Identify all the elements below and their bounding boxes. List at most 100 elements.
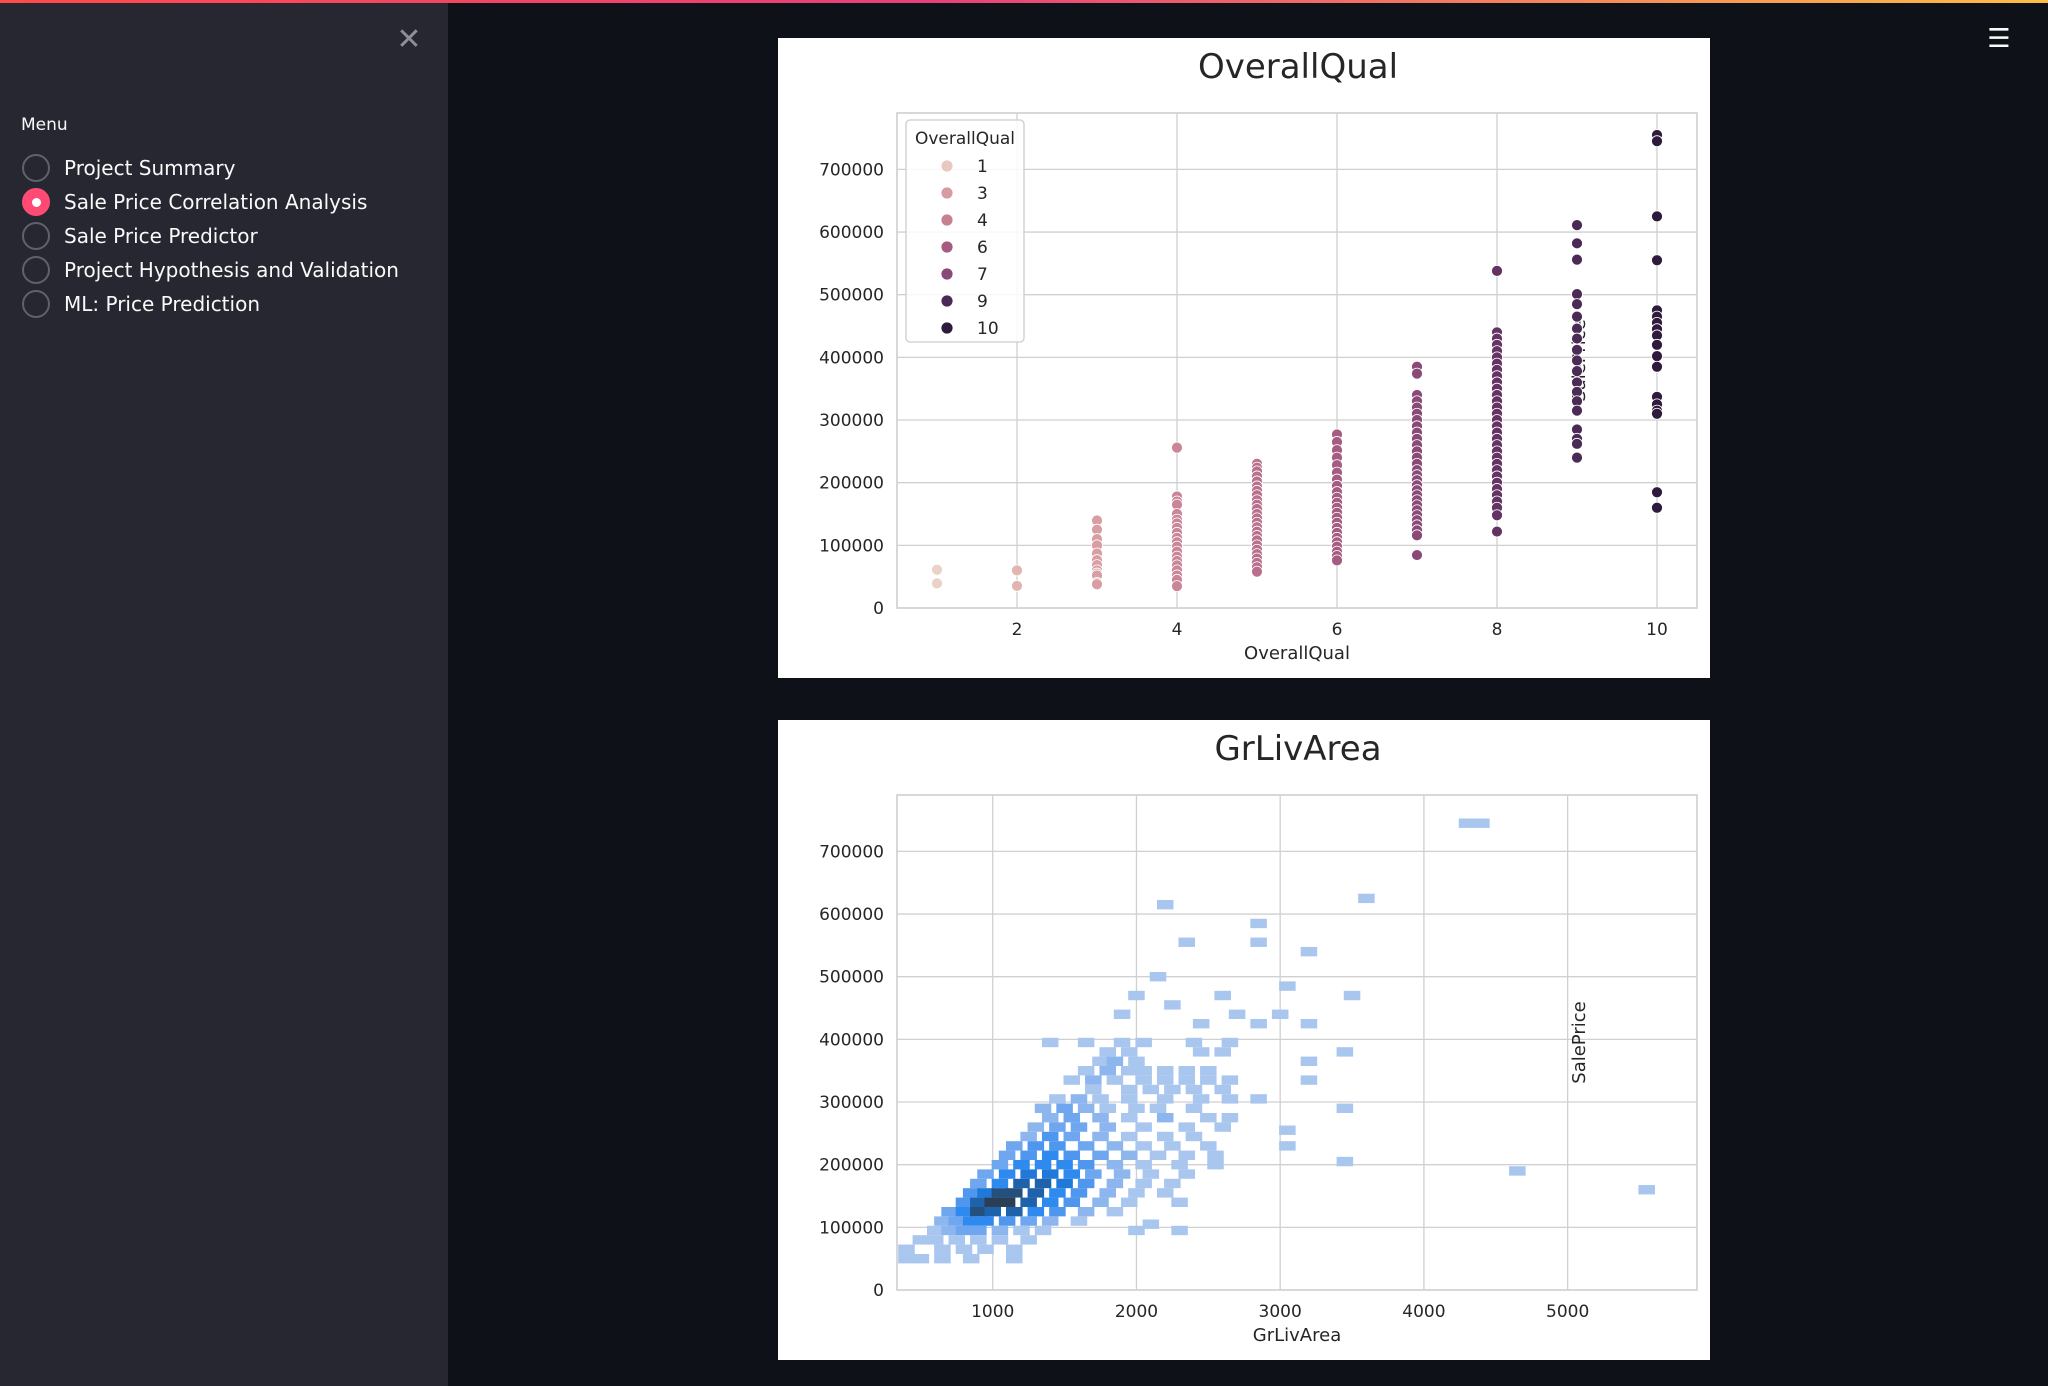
data-point [1651,254,1663,267]
histogram-cell [1034,1159,1052,1170]
radio-selected-icon[interactable] [22,188,50,216]
data-point [1331,554,1343,567]
histogram-cell [955,1225,973,1236]
radio-icon[interactable] [22,256,50,284]
histogram-cell [1106,1159,1124,1170]
histogram-cell [1156,1065,1174,1076]
histogram-cell [1092,1112,1109,1123]
hamburger-menu-icon[interactable]: ☰ [1982,22,2016,56]
histogram-cell [912,1253,930,1264]
histogram-cell [1020,1235,1037,1245]
histogram-cell [1092,1131,1109,1142]
y-tick-label: 300000 [819,1093,884,1113]
histogram-cell [1049,1122,1066,1132]
histogram-cell [1077,1103,1095,1113]
histogram-cell [1121,1150,1138,1160]
histogram-cell [955,1206,973,1217]
y-tick-label: 0 [873,599,884,619]
y-tick-label: 100000 [819,1218,884,1238]
histogram-cell [1041,1131,1059,1142]
y-tick-label: 500000 [819,286,884,306]
x-tick-label: 2000 [1115,1302,1158,1322]
histogram-cell [898,1244,915,1254]
histogram-cell [962,1253,980,1264]
histogram-cell [898,1253,915,1264]
legend-marker [940,159,954,173]
histogram-cell [1178,1122,1196,1132]
histogram-cell [1041,1150,1059,1160]
close-icon[interactable]: ✕ [392,23,426,57]
nav-item-ml-price-prediction[interactable]: ML: Price Prediction [22,287,399,321]
histogram-cell [1171,1159,1188,1170]
histogram-cell [1063,1112,1081,1123]
data-point [931,577,943,590]
histogram-cell [1142,1219,1160,1229]
legend-marker [940,186,954,200]
radio-icon[interactable] [22,290,50,318]
histogram-cell [1200,1065,1217,1076]
histogram-cell [1041,1216,1059,1226]
y-tick-label: 600000 [819,905,884,925]
histogram-cell [991,1225,1009,1236]
nav-item-project-summary[interactable]: Project Summary [22,151,399,185]
histogram-cell [970,1235,987,1245]
data-point [1411,549,1423,561]
histogram-cell [1192,1019,1210,1029]
nav-item-label: Sale Price Correlation Analysis [64,190,368,214]
data-point [1571,343,1583,356]
histogram-cell [1092,1094,1109,1104]
histogram-cell [1135,1065,1152,1076]
x-tick-label: 4 [1172,620,1183,640]
data-point [1571,310,1583,323]
histogram-cell [1006,1188,1023,1198]
histogram-cell [1034,1225,1052,1236]
legend-entry: 10 [977,319,999,339]
histogram-cell [1300,1075,1318,1085]
histogram-cell [1214,1047,1231,1057]
histogram-cell [1070,1094,1088,1104]
histogram-cell [1271,1009,1289,1020]
y-tick-label: 700000 [819,160,884,180]
data-point [1651,407,1663,420]
histogram-cell [1020,1131,1037,1142]
grlivarea-chart-card: GrLivArea 0 100000 200000 300000 400000 500000… [778,720,1710,1360]
nav-item-sale-price-predictor[interactable]: Sale Price Predictor [22,219,399,253]
histogram-cell [1156,1112,1174,1123]
histogram-cell [948,1235,966,1245]
histogram-cell [998,1197,1016,1207]
x-tick-label: 5000 [1546,1302,1589,1322]
histogram-cell [1013,1225,1030,1236]
data-point [1571,237,1583,250]
histogram-cell [1221,1075,1239,1085]
histogram-cell [1006,1253,1023,1264]
histogram-cell [991,1188,1009,1198]
nav-item-sale-price-correlation[interactable]: Sale Price Correlation Analysis [22,185,399,219]
radio-icon[interactable] [22,222,50,250]
data-point [1571,437,1583,450]
histogram-cell [1156,1131,1174,1142]
data-point [1411,529,1423,542]
histogram-cell [1135,1122,1152,1132]
histogram-cell [1121,1065,1138,1076]
histogram-cell [1113,1169,1131,1179]
y-tick-label: 600000 [819,223,884,243]
histogram-cell [1228,1009,1246,1020]
histogram-cell [1178,1150,1196,1160]
data-point [1651,350,1663,363]
histogram-cell [1056,1103,1073,1113]
histogram-cell [1070,1216,1088,1226]
histogram-cell [1149,972,1167,982]
data-point [1571,332,1583,345]
chart-title: OverallQual [1198,47,1398,87]
radio-icon[interactable] [22,154,50,182]
legend-entry: 3 [977,184,988,204]
data-point [1651,135,1663,148]
histogram-cell [984,1197,1001,1207]
histogram-cell [1135,1141,1152,1151]
data-point [1571,354,1583,367]
histogram-cell [1099,1065,1116,1076]
histogram-cell [1020,1150,1037,1160]
x-tick-label: 2 [1012,620,1023,640]
chart-title: GrLivArea [1214,729,1381,769]
nav-item-hypothesis[interactable]: Project Hypothesis and Validation [22,253,399,287]
